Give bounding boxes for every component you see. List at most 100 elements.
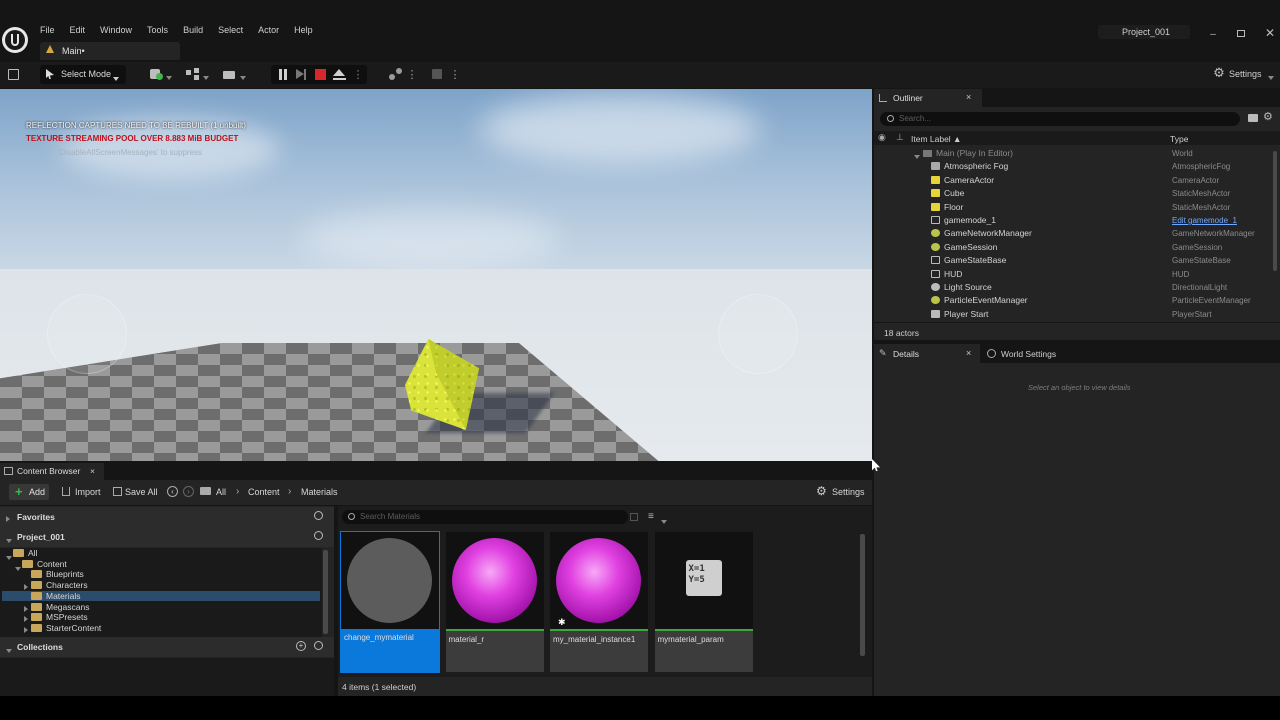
favorites-header[interactable]: Favorites [0, 507, 334, 527]
blueprint-icon[interactable] [186, 68, 210, 80]
folder-all[interactable]: All [2, 548, 320, 560]
import-button[interactable]: Import [62, 484, 106, 500]
menu-window[interactable]: Window [100, 25, 132, 37]
outliner-row[interactable]: Player Start PlayerStart [874, 308, 1272, 321]
tab-details[interactable]: ✎ Details × [874, 344, 980, 363]
add-collection-icon[interactable]: + [296, 641, 306, 651]
asset-tile[interactable]: change_mymaterial [340, 531, 440, 673]
forward-icon[interactable]: › [183, 486, 194, 497]
folder-characters[interactable]: Characters [2, 580, 320, 591]
stop-icon[interactable] [315, 69, 326, 80]
menu-edit[interactable]: Edit [70, 25, 86, 37]
breadcrumb-all[interactable]: All [216, 487, 226, 497]
folder-blueprints[interactable]: Blueprints [2, 569, 320, 580]
close-tab-icon[interactable]: × [966, 92, 971, 102]
tab-outliner[interactable]: Outliner × [874, 89, 982, 107]
edit-gamemode-link[interactable]: Edit gamemode_1 [1172, 216, 1237, 225]
breadcrumb-materials[interactable]: Materials [301, 487, 338, 497]
menu-tools[interactable]: Tools [147, 25, 168, 37]
tab-world-settings[interactable]: World Settings [984, 344, 1094, 363]
asset-tile[interactable]: ✱ my_material_instance1 [550, 532, 648, 672]
folder-mspresets[interactable]: MSPresets [2, 612, 320, 623]
folder-nav-icon[interactable] [200, 487, 211, 495]
outliner-row[interactable]: Atmospheric Fog AtmosphericFog [874, 160, 1272, 173]
unreal-logo-icon[interactable] [2, 27, 28, 53]
outliner-row[interactable]: Cube StaticMeshActor [874, 187, 1272, 200]
search-icon[interactable] [314, 511, 323, 520]
menu-actor[interactable]: Actor [258, 25, 279, 37]
outliner-row[interactable]: gamemode_1 Edit gamemode_1 [874, 214, 1272, 227]
folder-megascans[interactable]: Megascans [2, 602, 320, 613]
cinematics-icon[interactable] [223, 68, 247, 80]
menu-file[interactable]: File [40, 25, 55, 37]
add-button[interactable]: + Add [9, 484, 49, 500]
outliner-row[interactable]: ParticleEventManager ParticleEventManager [874, 294, 1272, 307]
row-label: GameSession [944, 241, 998, 252]
outliner-row[interactable]: Light Source DirectionalLight [874, 281, 1272, 294]
search-materials-input[interactable]: Search Materials [342, 510, 628, 524]
play-options-icon[interactable]: ⋮ [353, 66, 364, 82]
tab-content-browser[interactable]: Content Browser × [0, 463, 104, 480]
add-folder-icon[interactable] [1248, 114, 1258, 122]
add-actor-icon[interactable] [150, 68, 172, 80]
outliner-row[interactable]: GameSession GameSession [874, 241, 1272, 254]
frame-skip-icon[interactable] [296, 69, 306, 80]
close-icon[interactable]: ✕ [1263, 26, 1277, 40]
tree-scrollbar[interactable] [323, 550, 328, 634]
platforms-icon[interactable] [389, 67, 403, 81]
filter-icon[interactable]: ≡ [648, 511, 654, 522]
outliner-row[interactable]: CameraActor CameraActor [874, 174, 1272, 187]
eject-icon[interactable] [333, 69, 346, 80]
content-settings-button[interactable]: ⚙ Settings [816, 484, 868, 500]
row-label: Cube [944, 188, 965, 199]
minimize-icon[interactable]: – [1206, 28, 1220, 40]
tab-main[interactable]: Main• [40, 42, 180, 60]
item-label-column[interactable]: Item Label ▲ [911, 134, 961, 144]
asset-scrollbar[interactable] [860, 534, 865, 656]
outliner-row[interactable]: HUD HUD [874, 268, 1272, 281]
select-mode-dropdown[interactable]: Select Mode [40, 65, 126, 84]
search-icon[interactable] [314, 641, 323, 650]
player-start-icon [931, 309, 940, 318]
pin-icon[interactable]: ⊥ [896, 132, 904, 143]
outliner-root-row[interactable]: Main (Play In Editor) World [874, 147, 1272, 160]
launch-icon[interactable] [432, 69, 442, 79]
launch-options-icon[interactable]: ⋮ [450, 66, 461, 82]
asset-tile[interactable]: material_r [445, 532, 544, 672]
close-tab-icon[interactable]: × [90, 466, 95, 476]
project-header[interactable]: Project_001 [0, 527, 334, 547]
folder-content[interactable]: Content [2, 559, 320, 571]
platforms-options-icon[interactable]: ⋮ [407, 66, 418, 82]
outliner-scrollbar[interactable] [1273, 151, 1277, 271]
outliner-row[interactable]: Floor StaticMeshActor [874, 201, 1272, 214]
folder-startercontent[interactable]: StarterContent [2, 623, 320, 634]
pause-icon[interactable] [278, 69, 288, 80]
type-column[interactable]: Type [1170, 134, 1188, 144]
menu-select[interactable]: Select [218, 25, 243, 37]
visibility-icon[interactable]: ◉ [878, 132, 886, 143]
menu-help[interactable]: Help [294, 25, 313, 37]
close-tab-icon[interactable]: × [966, 348, 971, 358]
gear-icon[interactable]: ⚙ [1263, 110, 1273, 123]
save-icon[interactable] [8, 69, 19, 80]
folder-materials[interactable]: Materials [2, 590, 320, 602]
outliner-row[interactable]: GameNetworkManager GameNetworkManager [874, 227, 1272, 240]
maximize-icon[interactable] [1237, 30, 1245, 37]
collections-header[interactable]: Collections + [0, 637, 334, 657]
search-icon[interactable] [314, 531, 323, 540]
right-touch-joystick[interactable] [718, 294, 798, 374]
left-touch-joystick[interactable] [47, 294, 127, 374]
chevron-right-icon[interactable] [24, 625, 28, 635]
menu-build[interactable]: Build [183, 25, 203, 37]
asset-tile[interactable]: X=1 Y=5 mymaterial_param [654, 532, 753, 672]
save-search-icon[interactable] [630, 513, 638, 521]
breadcrumb-content[interactable]: Content [248, 487, 280, 497]
save-all-button[interactable]: Save All [113, 484, 163, 500]
back-icon[interactable]: ‹ [167, 486, 178, 497]
toolbar-settings-button[interactable]: ⚙ Settings [1212, 65, 1274, 81]
level-viewport[interactable]: REFLECTION CAPTURES NEED TO BE REBUILT (… [0, 89, 872, 461]
outliner-row[interactable]: GameStateBase GameStateBase [874, 254, 1272, 267]
cube-mesh[interactable] [393, 334, 493, 434]
chevron-down-icon[interactable] [661, 516, 667, 526]
outliner-search-input[interactable]: Search... [880, 112, 1240, 126]
